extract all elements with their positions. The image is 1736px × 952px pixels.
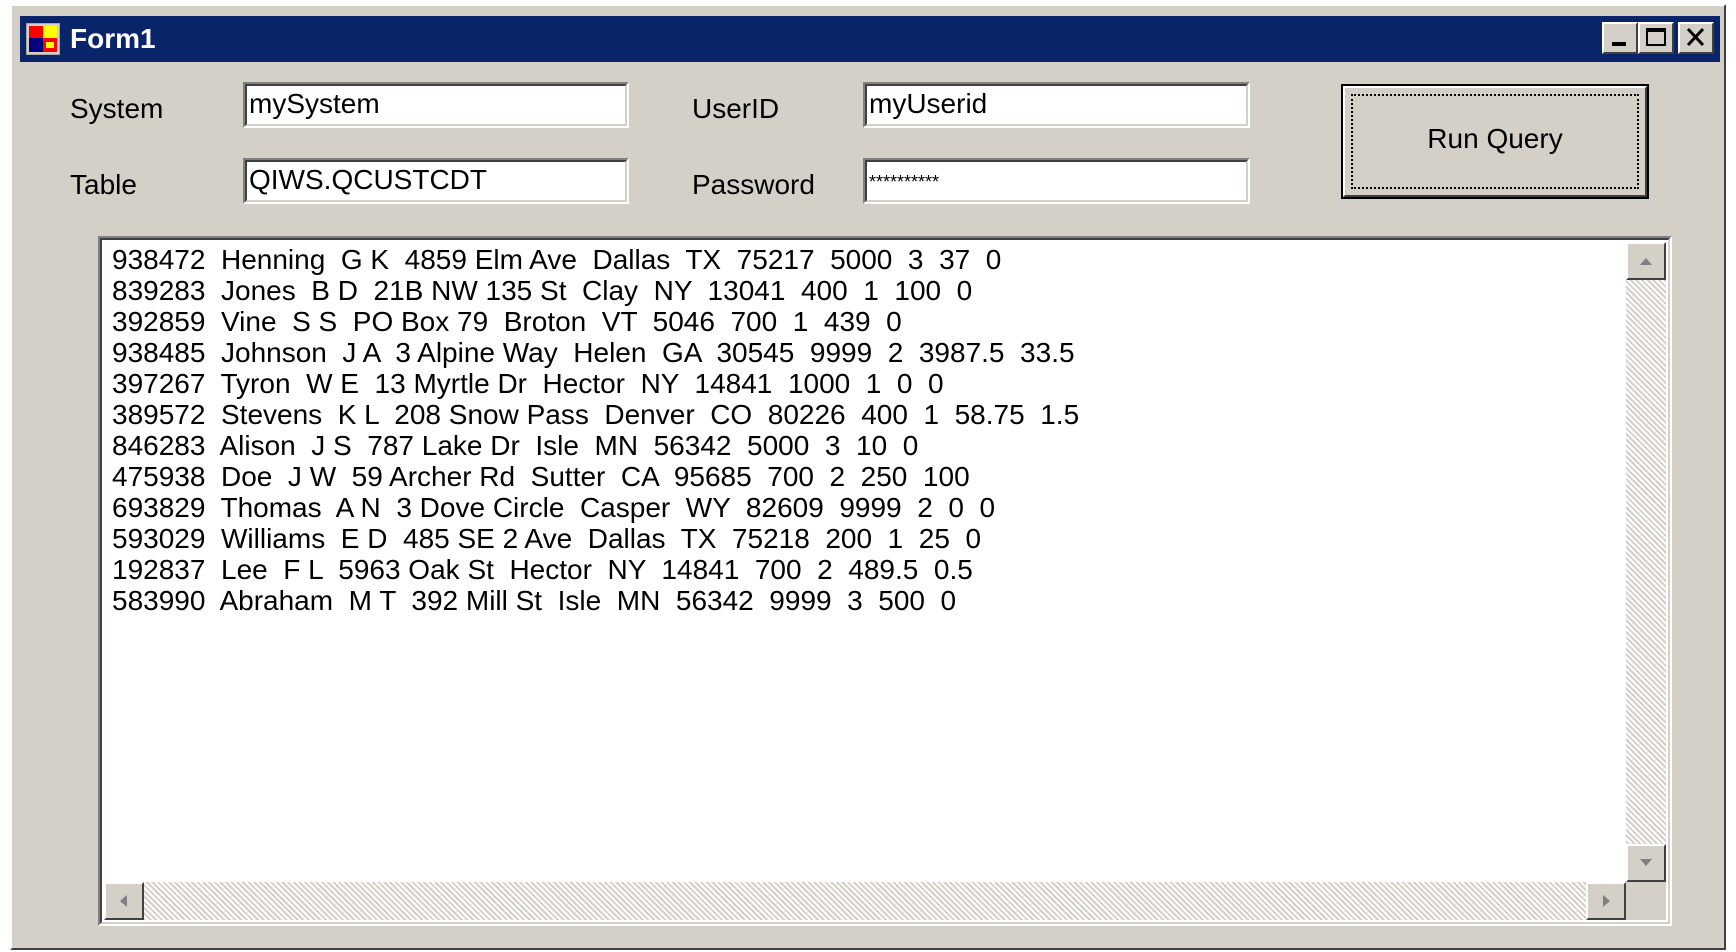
- userid-input[interactable]: [869, 86, 1242, 122]
- list-item[interactable]: 693829 Thomas A N 3 Dove Circle Casper W…: [112, 492, 1079, 523]
- form1-window: Form1 System UserID Table: [10, 4, 1726, 950]
- table-field[interactable]: [243, 158, 629, 204]
- system-field[interactable]: [243, 82, 629, 128]
- vertical-scrollbar[interactable]: [1626, 242, 1666, 882]
- list-item[interactable]: 389572 Stevens K L 208 Snow Pass Denver …: [112, 399, 1079, 430]
- list-item[interactable]: 392859 Vine S S PO Box 79 Broton VT 5046…: [112, 306, 1079, 337]
- list-item[interactable]: 593029 Williams E D 485 SE 2 Ave Dallas …: [112, 523, 1079, 554]
- list-item[interactable]: 938485 Johnson J A 3 Alpine Way Helen GA…: [112, 337, 1079, 368]
- maximize-button[interactable]: [1638, 22, 1674, 54]
- arrow-down-icon: [1640, 859, 1652, 866]
- list-item[interactable]: 192837 Lee F L 5963 Oak St Hector NY 148…: [112, 554, 1079, 585]
- arrow-left-icon: [120, 895, 127, 907]
- app-icon: [26, 23, 60, 55]
- minimize-button[interactable]: [1602, 22, 1638, 54]
- minimize-icon: [1612, 42, 1626, 46]
- userid-field[interactable]: [863, 82, 1250, 128]
- list-item[interactable]: 397267 Tyron W E 13 Myrtle Dr Hector NY …: [112, 368, 1079, 399]
- scrollbar-corner: [1626, 882, 1666, 920]
- password-field[interactable]: [863, 158, 1250, 204]
- table-label: Table: [70, 169, 137, 200]
- system-input[interactable]: [249, 86, 621, 122]
- arrow-up-icon: [1640, 258, 1652, 265]
- scroll-down-button[interactable]: [1626, 844, 1666, 882]
- title-bar[interactable]: Form1: [20, 16, 1720, 62]
- run-query-label: Run Query: [1427, 123, 1563, 154]
- window-title: Form1: [70, 23, 156, 54]
- horizontal-scrollbar[interactable]: [104, 882, 1626, 920]
- list-item[interactable]: 583990 Abraham M T 392 Mill St Isle MN 5…: [112, 585, 1079, 616]
- results-listbox[interactable]: 938472 Henning G K 4859 Elm Ave Dallas T…: [98, 236, 1672, 926]
- list-item[interactable]: 839283 Jones B D 21B NW 135 St Clay NY 1…: [112, 275, 1079, 306]
- maximize-icon: [1646, 28, 1666, 46]
- arrow-right-icon: [1603, 895, 1610, 907]
- scroll-left-button[interactable]: [104, 882, 144, 920]
- table-input[interactable]: [249, 162, 621, 198]
- userid-label: UserID: [692, 93, 780, 124]
- list-item[interactable]: 475938 Doe J W 59 Archer Rd Sutter CA 95…: [112, 461, 1079, 492]
- password-label: Password: [692, 169, 815, 200]
- password-input[interactable]: [869, 164, 1242, 200]
- scroll-right-button[interactable]: [1586, 882, 1626, 920]
- list-item[interactable]: 938472 Henning G K 4859 Elm Ave Dallas T…: [112, 244, 1079, 275]
- list-item[interactable]: 846283 Alison J S 787 Lake Dr Isle MN 56…: [112, 430, 1079, 461]
- results-rows: 938472 Henning G K 4859 Elm Ave Dallas T…: [112, 244, 1079, 616]
- system-label: System: [70, 93, 164, 124]
- scroll-up-button[interactable]: [1626, 242, 1666, 280]
- run-query-button[interactable]: Run Query: [1341, 84, 1649, 199]
- close-button[interactable]: [1678, 22, 1714, 54]
- close-icon: [1686, 27, 1705, 47]
